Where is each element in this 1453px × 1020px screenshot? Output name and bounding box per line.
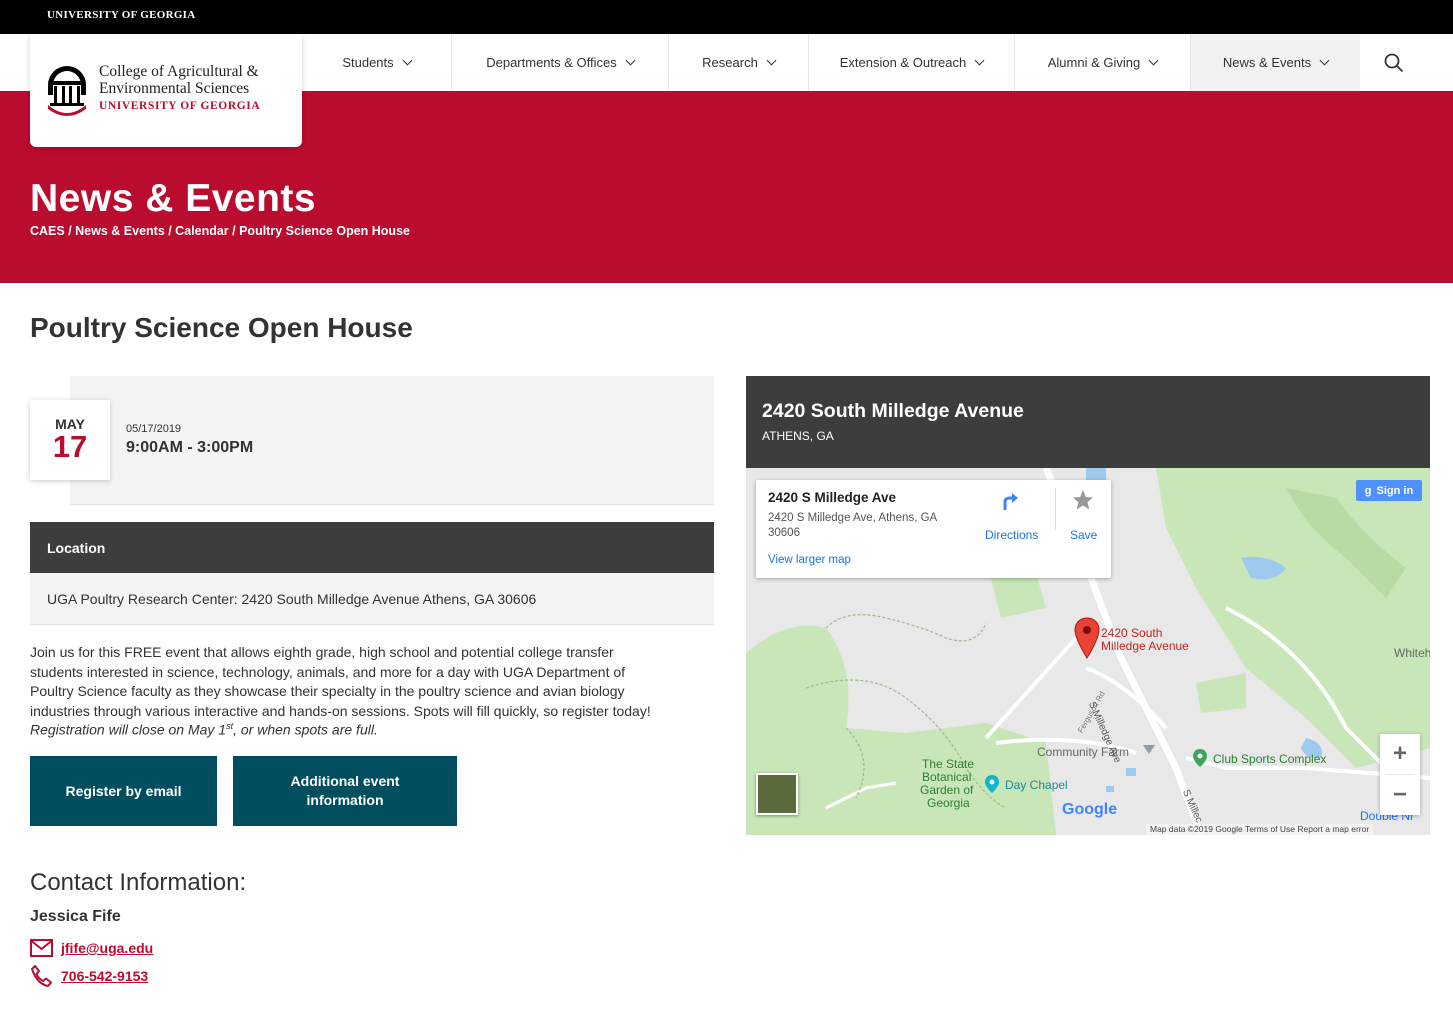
marker-label-1: 2420 South: [1101, 626, 1163, 640]
botanical-label-1: The State: [922, 757, 975, 771]
botanical-label-4: Georgia: [927, 796, 970, 810]
date-day: 17: [52, 429, 88, 464]
event-time: 9:00AM - 3:00PM: [126, 439, 254, 456]
date-badge: MAY 17: [30, 400, 110, 480]
description-line: Join us for this FREE event that allows …: [30, 644, 614, 660]
directions-icon[interactable]: [1001, 492, 1021, 512]
chevron-down-icon: [625, 55, 636, 66]
directions-button[interactable]: Directions: [985, 528, 1038, 542]
nav-alumni[interactable]: Alumni & Giving: [1015, 34, 1191, 91]
google-wordmark: Google: [1062, 801, 1118, 818]
zoom-out-button[interactable]: −: [1380, 775, 1420, 815]
map-address: 2420 South Milledge Avenue: [762, 400, 1024, 422]
description-line: industries through various interactive a…: [30, 702, 651, 719]
zoom-in-button[interactable]: +: [1380, 734, 1420, 774]
section-title: News & Events: [30, 177, 317, 220]
logo-line-2: Environmental Sciences: [99, 80, 250, 97]
google-g-icon: g: [1364, 484, 1372, 497]
college-logo[interactable]: 1785 College of Agricultural & Environme…: [30, 34, 302, 147]
phone-icon: [31, 965, 52, 987]
club-sports-label: Club Sports Complex: [1213, 752, 1327, 766]
chevron-down-icon: [402, 55, 413, 66]
description-line: students interested in science, technolo…: [30, 663, 626, 680]
top-bar: UNIVERSITY OF GEORGIA: [0, 0, 1453, 34]
button-label-line-2: information: [306, 792, 384, 808]
chapel-pin-icon: [985, 775, 999, 793]
nav-label: Research: [702, 55, 758, 70]
map-city: ATHENS, GA: [762, 429, 834, 443]
contact-name: Jessica Fife: [30, 908, 121, 925]
nav-extension[interactable]: Extension & Outreach: [809, 34, 1015, 91]
contact-phone-row: 706-542-9153: [30, 965, 148, 987]
additional-info-button[interactable]: Additional event information: [233, 756, 457, 826]
contact-email-link[interactable]: jfife@uga.edu: [61, 940, 153, 956]
registration-text: Registration will close on May 1: [30, 721, 227, 738]
chevron-down-icon: [1148, 55, 1159, 66]
star-icon[interactable]: [1072, 489, 1094, 511]
button-label: Register by email: [65, 782, 182, 799]
nav-label: Alumni & Giving: [1047, 55, 1141, 70]
university-link[interactable]: UNIVERSITY OF GEORGIA: [47, 9, 196, 21]
contact-email-row: jfife@uga.edu: [30, 937, 153, 959]
google-logo: Google: [1062, 801, 1117, 819]
nav-label: News & Events: [1222, 55, 1312, 70]
farm-marker-icon: [1143, 745, 1155, 754]
search-icon: [1384, 53, 1404, 72]
email-icon: [30, 939, 53, 957]
map-header: 2420 South Milledge Avenue ATHENS, GA: [746, 376, 1430, 468]
chevron-down-icon: [1319, 55, 1330, 66]
page-title: Poultry Science Open House: [30, 312, 413, 343]
registration-text-end: , or when spots are full.: [233, 721, 378, 738]
button-label-line-1: Additional event: [290, 773, 400, 789]
sign-in-label: Sign in: [1376, 484, 1414, 497]
nav-label: Extension & Outreach: [839, 55, 967, 70]
nav-label: Departments & Offices: [486, 55, 617, 70]
map-sign-in-button[interactable]: g Sign in: [1356, 480, 1422, 501]
event-date: 05/17/2019: [126, 423, 182, 435]
nav-students[interactable]: Students: [302, 34, 452, 91]
contact-title: Contact Information:: [30, 869, 247, 896]
marker-label-2: Milledge Avenue: [1101, 639, 1189, 653]
event-description: Join us for this FREE event that allows …: [30, 643, 714, 721]
chevron-down-icon: [766, 55, 777, 66]
search-button[interactable]: [1360, 34, 1428, 91]
nav-departments[interactable]: Departments & Offices: [452, 34, 669, 91]
nav-research[interactable]: Research: [669, 34, 809, 91]
save-button[interactable]: Save: [1070, 528, 1097, 542]
location-value: UGA Poultry Research Center: 2420 South …: [30, 573, 714, 625]
map-attribution[interactable]: Map data ©2019 Google Terms of Use Repor…: [1146, 824, 1374, 835]
logo-line-1: College of Agricultural &: [99, 63, 259, 80]
svg-text:1785: 1785: [60, 107, 74, 113]
botanical-label-3: Garden of: [920, 783, 974, 797]
nav-news-events[interactable]: News & Events: [1191, 34, 1360, 91]
view-larger-map-link[interactable]: View larger map: [768, 554, 851, 566]
map-info-card: 2420 S Milledge Ave 2420 S Milledge Ave,…: [756, 480, 1111, 578]
description-line: Poultry Science faculty as they showcase…: [30, 683, 625, 699]
arch-logo-icon: 1785: [48, 66, 86, 116]
nav-label: Students: [342, 55, 394, 70]
map-marker-icon[interactable]: [1074, 617, 1100, 659]
register-by-email-button[interactable]: Register by email: [30, 756, 217, 826]
whitehall-label: Whiteh: [1394, 646, 1430, 660]
chevron-down-icon: [974, 55, 985, 66]
google-map[interactable]: 2420 S Milledge Ave 2420 S Milledge Ave,…: [746, 468, 1430, 835]
park-pin-icon: [1193, 749, 1207, 767]
botanical-label-2: Botanical: [922, 770, 972, 784]
map-zoom-control: + −: [1380, 734, 1420, 815]
card-divider: [1055, 488, 1056, 530]
satellite-toggle[interactable]: [756, 773, 798, 815]
day-chapel-label: Day Chapel: [1005, 778, 1068, 792]
registration-note: Registration will close on May 1st, or w…: [30, 721, 378, 738]
contact-phone-link[interactable]: 706-542-9153: [61, 968, 148, 984]
location-header: Location: [30, 522, 714, 573]
map-card-title: 2420 S Milledge Ave: [768, 490, 897, 505]
logo-line-3: UNIVERSITY OF GEORGIA: [99, 100, 261, 112]
breadcrumb[interactable]: CAES / News & Events / Calendar / Poultr…: [30, 224, 410, 238]
map-card-address: 2420 S Milledge Ave, Athens, GA 30606: [768, 512, 937, 539]
